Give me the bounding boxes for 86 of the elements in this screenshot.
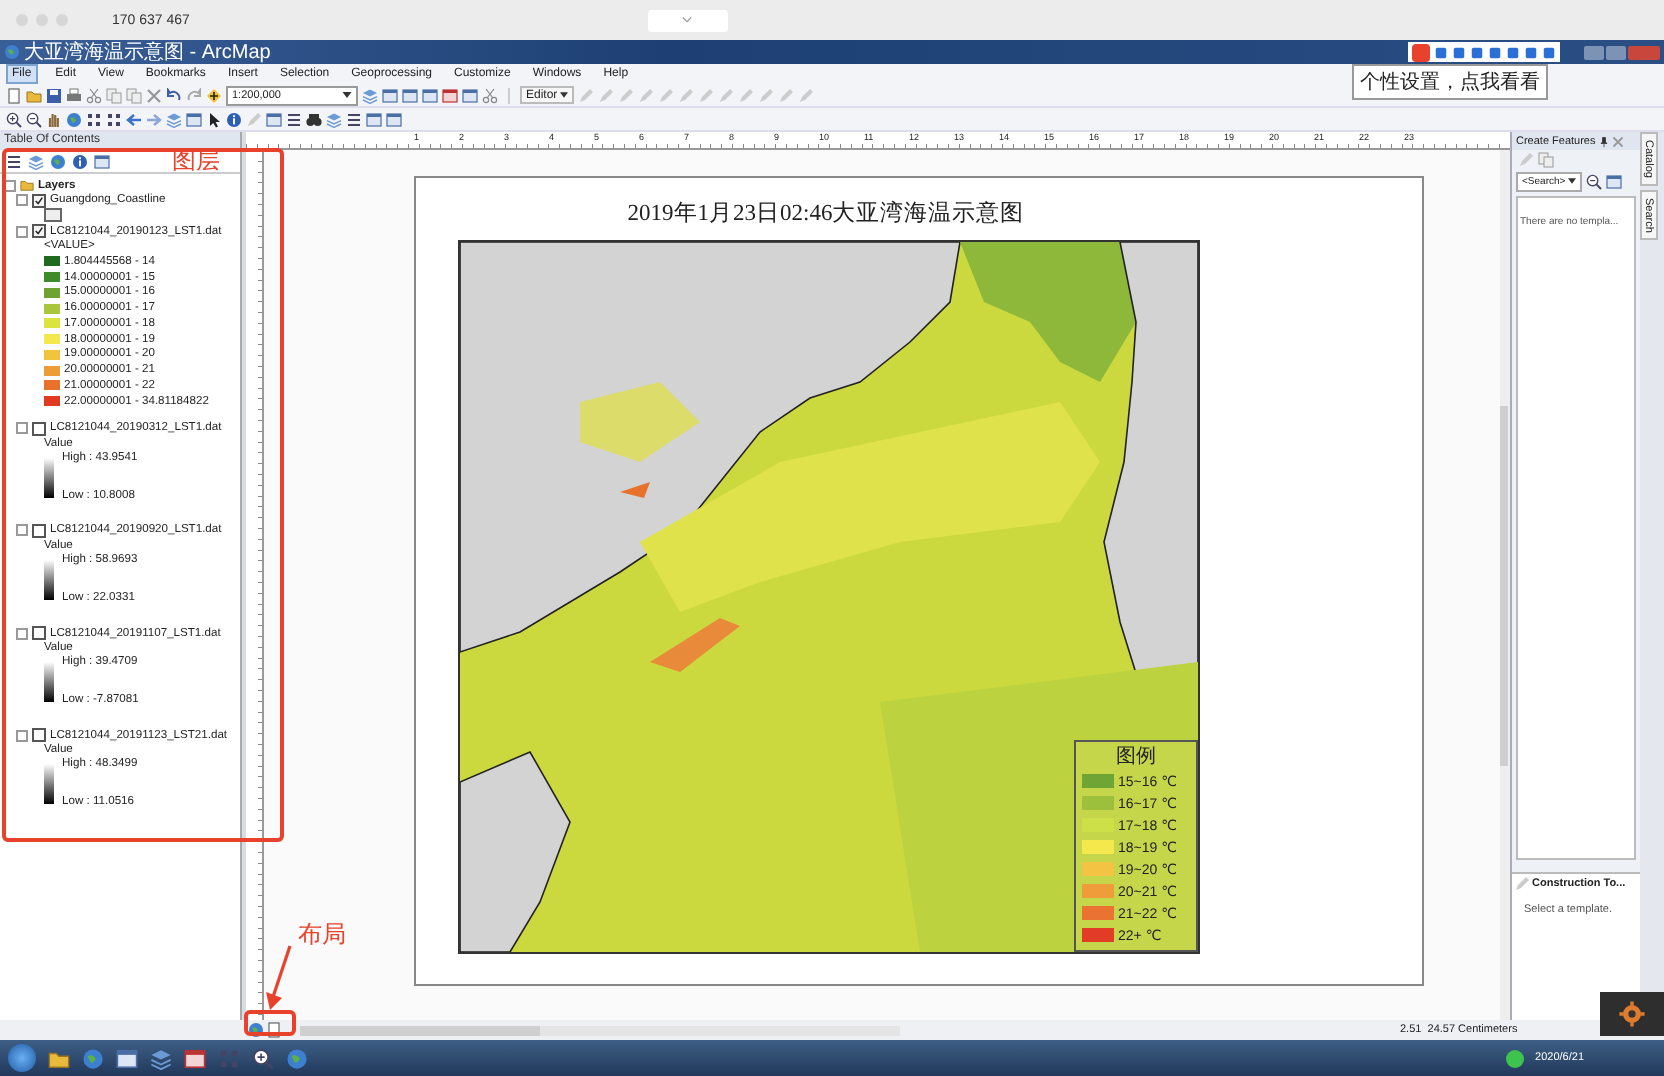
back-arrow-icon[interactable]	[126, 111, 142, 127]
pencil-icon	[1514, 876, 1530, 892]
layers-icon[interactable]	[28, 153, 44, 169]
map-title: 2019年1月23日02:46大亚湾海温示意图	[625, 198, 1027, 230]
layer-checkbox[interactable]	[32, 626, 46, 641]
gear-icon	[1618, 1000, 1646, 1028]
window-icon[interactable]	[422, 87, 438, 103]
delete-icon[interactable]	[146, 87, 162, 103]
window-icon[interactable]	[402, 87, 418, 103]
search-icon[interactable]	[1585, 173, 1602, 189]
list-icon[interactable]	[6, 153, 22, 169]
printer-icon[interactable]	[66, 87, 82, 103]
window-icon[interactable]	[94, 153, 110, 169]
scissors-icon[interactable]	[86, 87, 102, 103]
globe-icon	[4, 44, 20, 60]
document-icon[interactable]	[266, 1022, 282, 1038]
layer-checkbox[interactable]	[32, 523, 46, 538]
window-icon[interactable]	[386, 111, 402, 127]
tooltip: 个性设置，点我看看	[1352, 64, 1548, 100]
collapse-icon[interactable]	[16, 627, 28, 640]
globe-icon[interactable]	[66, 111, 82, 127]
zoom-out-icon[interactable]	[26, 111, 42, 127]
gradient-ramp	[44, 662, 54, 703]
undo-icon[interactable]	[166, 87, 182, 103]
add-data-icon[interactable]	[206, 87, 222, 103]
start-button[interactable]	[8, 1044, 36, 1072]
collapse-icon[interactable]	[16, 422, 28, 435]
window-icon[interactable]	[462, 87, 478, 103]
globe-icon[interactable]	[82, 1047, 104, 1069]
window-icon[interactable]	[382, 87, 398, 103]
maximize-button[interactable]	[1606, 45, 1626, 59]
layer-checkbox[interactable]	[32, 224, 46, 239]
info-icon[interactable]	[72, 153, 88, 169]
globe-icon[interactable]	[286, 1047, 308, 1069]
window-icon[interactable]	[184, 1047, 206, 1069]
window-icon[interactable]	[186, 111, 202, 127]
new-document-icon[interactable]	[6, 87, 22, 103]
pointer-icon[interactable]	[206, 111, 222, 127]
collapse-icon[interactable]	[16, 225, 28, 238]
status-dot-icon[interactable]	[1505, 1049, 1524, 1067]
annotation-frame	[244, 1010, 296, 1036]
caret-icon	[342, 92, 352, 98]
binoculars-icon[interactable]	[306, 111, 322, 127]
window-title: 大亚湾海温示意图 - ArcMap	[24, 39, 271, 66]
list-icon[interactable]	[286, 111, 302, 127]
grid-icon[interactable]	[106, 111, 122, 127]
gradient-ramp	[44, 457, 54, 498]
caret-icon	[1567, 178, 1576, 184]
globe-icon[interactable]	[50, 153, 66, 169]
layers-icon[interactable]	[150, 1047, 172, 1069]
folder-icon	[20, 178, 34, 193]
scissors-icon[interactable]	[482, 87, 498, 103]
caret-icon	[559, 92, 568, 98]
window-icon[interactable]	[366, 111, 382, 127]
gradient-ramp	[44, 764, 54, 805]
list-icon[interactable]	[346, 111, 362, 127]
save-icon[interactable]	[46, 87, 62, 103]
window-icon[interactable]	[1605, 173, 1622, 189]
info-icon[interactable]	[226, 111, 242, 127]
app-icon[interactable]	[1600, 992, 1664, 1036]
ime-logo-icon[interactable]	[1412, 43, 1430, 61]
annotation-arrow	[264, 944, 296, 1012]
horizontal-scrollbar[interactable]	[300, 1025, 900, 1035]
window-icon[interactable]	[116, 1047, 138, 1069]
caret-icon	[682, 16, 693, 24]
layer-checkbox[interactable]	[32, 728, 46, 743]
forward-arrow-icon[interactable]	[146, 111, 162, 127]
window-icon[interactable]	[442, 87, 458, 103]
gradient-ramp	[44, 559, 54, 600]
window-icon[interactable]	[266, 111, 282, 127]
folder-icon[interactable]	[48, 1047, 70, 1069]
minimize-button[interactable]	[1584, 45, 1604, 59]
zoom-in-icon[interactable]	[6, 111, 22, 127]
grid-icon[interactable]	[86, 111, 102, 127]
layers-icon[interactable]	[362, 87, 378, 103]
pin-icon[interactable]	[1597, 135, 1610, 147]
collapse-icon[interactable]	[16, 729, 28, 742]
vertical-scrollbar[interactable]	[1500, 150, 1510, 1020]
globe-icon[interactable]	[248, 1022, 264, 1038]
annotation-label: 布局	[298, 918, 346, 952]
layer-checkbox[interactable]	[32, 421, 46, 436]
legend-title: 图例	[1114, 746, 1158, 770]
layers-icon[interactable]	[166, 111, 182, 127]
search-icon[interactable]	[252, 1047, 274, 1069]
collapse-icon[interactable]	[16, 524, 28, 537]
layer-checkbox[interactable]	[32, 193, 46, 208]
